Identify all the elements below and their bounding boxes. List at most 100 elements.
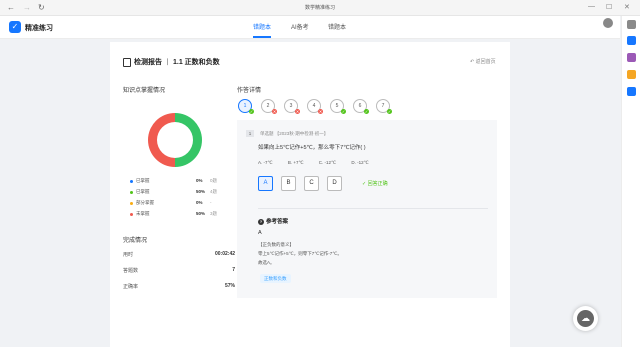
qnum-label: 5 [335, 103, 339, 109]
app-logo-icon: ✓ [9, 21, 21, 33]
question-number-7[interactable]: 7 ✓ [376, 99, 392, 114]
qnum-label: 6 [358, 103, 362, 109]
maximize-button[interactable]: ☐ [606, 3, 612, 11]
avatar[interactable] [603, 18, 613, 28]
tab-mistakes[interactable]: 错题本 [253, 22, 271, 31]
question-number-4[interactable]: 4 ✕ [307, 99, 323, 114]
minimize-button[interactable]: — [588, 3, 595, 10]
wrong-badge-icon: ✕ [295, 109, 300, 114]
correct-badge-icon: ✓ [249, 109, 254, 114]
correct-badge-icon: ✓ [364, 109, 369, 114]
question-number-3[interactable]: 3 ✕ [284, 99, 300, 114]
donut-slice-mastered [175, 113, 202, 167]
star-icon[interactable] [627, 70, 636, 79]
wrong-badge-icon: ✕ [318, 109, 323, 114]
answer-key-icon: ? [258, 219, 264, 225]
qnum-label: 2 [266, 103, 270, 109]
legend-row: 已掌握 0% 0题 [130, 178, 230, 186]
option-text-c: C. -12℃ [318, 160, 337, 165]
divider [258, 208, 488, 209]
close-button[interactable]: ✕ [624, 3, 630, 11]
knowledge-point-tag[interactable]: 正数和负数 [260, 274, 291, 283]
reference-line: 故选A。 [258, 260, 275, 265]
option-text-b: B. +7℃ [287, 160, 304, 165]
reference-title-text: 参考答案 [266, 219, 289, 225]
legend-pct: 50% [196, 211, 206, 216]
bookmark-icon[interactable] [627, 87, 636, 96]
qnum-label: 3 [289, 103, 293, 109]
stats-section-title: 完成情况 [123, 238, 148, 244]
option-b-button[interactable]: B [281, 176, 296, 191]
stat-value: 00:02:42 [214, 251, 235, 257]
legend-dot [130, 213, 133, 216]
app-name: 精准练习 [25, 25, 53, 32]
floating-action-button[interactable]: ☁ [573, 306, 598, 331]
back-home-label: 返回首页 [475, 59, 496, 65]
options-text-row: A. -7℃ B. +7℃ C. -12℃ D. -12℃ [258, 160, 369, 166]
active-tab-indicator [253, 36, 271, 38]
stat-row-count: 答题数 7 [123, 267, 235, 274]
app-header: ✓ 精准练习 错题本 AI备考 错题本 [0, 16, 620, 39]
search-icon[interactable] [627, 20, 636, 29]
mastery-donut-chart [148, 113, 202, 167]
answer-result: ✓ 回答正确 [362, 181, 388, 187]
legend-row: 已掌握 50% 4题 [130, 189, 230, 197]
tab-ai-prep[interactable]: AI备考 [291, 22, 309, 31]
report-icon [123, 57, 131, 67]
legend-count: 4题 [210, 189, 218, 194]
legend-label: 部分掌握 [136, 200, 154, 205]
stat-label: 答题数 [123, 268, 139, 274]
question-number-2[interactable]: 2 ✕ [261, 99, 277, 114]
stat-label: 用时 [123, 252, 134, 258]
back-home-link[interactable]: ↶ 返回首页 [470, 58, 496, 65]
donut-slice-unmastered [148, 113, 175, 167]
heart-icon[interactable] [627, 53, 636, 62]
scan-icon[interactable] [627, 36, 636, 45]
question-index: 1 [246, 130, 254, 137]
qnum-label: 1 [243, 103, 247, 109]
legend-pct: 0% [196, 200, 203, 205]
legend-count: - [210, 200, 212, 205]
answers-section-title: 作答详情 [237, 88, 262, 94]
legend-pct: 50% [196, 189, 206, 194]
qnum-label: 4 [312, 103, 316, 109]
stat-label: 正确率 [123, 284, 139, 290]
report-card: 检测报告丨 1.1 正数和负数 ↶ 返回首页 知识点掌握情况 已掌握 0% 0题 … [110, 42, 510, 347]
legend-label: 未掌握 [136, 211, 150, 216]
reference-line: 零上5℃记作+5℃，则零下7℃记作-7℃。 [258, 251, 342, 256]
correct-badge-icon: ✓ [341, 109, 346, 114]
question-stem: 如果向上5℃记作+5℃，那么零下7℃记作( ) [258, 145, 366, 151]
legend-row: 未掌握 50% 3题 [130, 211, 230, 219]
stat-value: 57% [224, 283, 235, 289]
legend-count: 0题 [210, 178, 218, 183]
tab-mistake-book[interactable]: 错题本 [328, 22, 346, 31]
question-number-1[interactable]: 1 ✓ [238, 99, 254, 114]
cloud-icon: ☁ [577, 310, 594, 327]
option-c-button[interactable]: C [304, 176, 319, 191]
legend-count: 3题 [210, 211, 218, 216]
window-title: 数学精准练习 [304, 5, 335, 11]
reference-title: ? 参考答案 [258, 217, 288, 225]
stat-row-time: 用时 00:02:42 [123, 251, 235, 258]
report-title-text: 检测报告 [134, 59, 162, 66]
legend-label: 已掌握 [136, 189, 150, 194]
option-a-button[interactable]: A [258, 176, 273, 191]
title-separator: 丨 [164, 59, 171, 66]
window-titlebar: ← → ↻ 数学精准练习 — ☐ ✕ [0, 0, 640, 16]
reference-answer: A [258, 230, 262, 236]
legend-dot [130, 191, 133, 194]
legend-pct: 0% [196, 178, 203, 183]
question-number-5[interactable]: 5 ✓ [330, 99, 346, 114]
qnum-label: 7 [381, 103, 385, 109]
legend-dot [130, 202, 133, 205]
option-d-button[interactable]: D [327, 176, 342, 191]
legend-dot [130, 180, 133, 183]
option-text-a: A. -7℃ [258, 160, 273, 165]
question-number-6[interactable]: 6 ✓ [353, 99, 369, 114]
legend-label: 已掌握 [136, 178, 150, 183]
legend-row: 部分掌握 0% - [130, 200, 230, 208]
report-subtitle: 1.1 正数和负数 [173, 59, 220, 66]
wrong-badge-icon: ✕ [272, 109, 277, 114]
report-title: 检测报告丨 1.1 正数和负数 [123, 57, 220, 67]
reference-line: 【正负数的意义】 [258, 242, 294, 247]
